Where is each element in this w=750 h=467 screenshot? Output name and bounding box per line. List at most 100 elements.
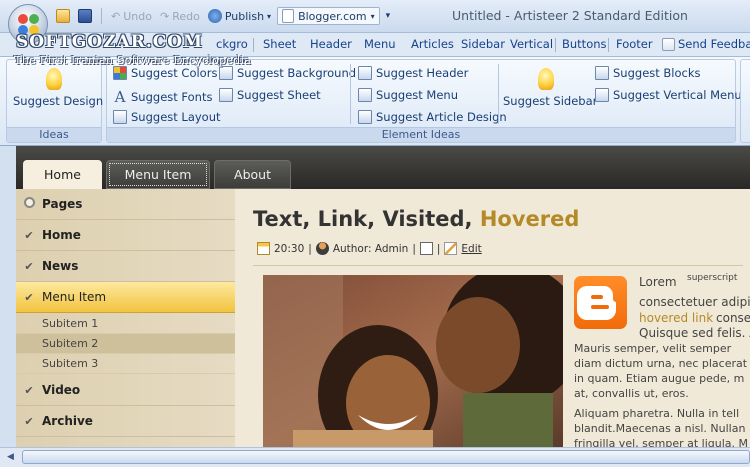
meta-separator: | — [308, 242, 312, 255]
radio-icon — [16, 197, 42, 211]
colors-icon — [113, 66, 127, 80]
mail-icon — [419, 242, 433, 255]
save-icon — [78, 9, 92, 23]
vmenu-news[interactable]: ✔ News — [16, 251, 235, 282]
orb-dot — [18, 14, 28, 24]
body-text-line: Quisque sed felis. A — [639, 326, 750, 340]
tab-menu[interactable]: Menu — [364, 37, 396, 51]
nav-tab-menu-item[interactable]: Menu Item — [106, 160, 210, 189]
watermark-subtitle: The First Iranian Software Encyclopedia — [14, 53, 251, 67]
tab-sidebar[interactable]: Sidebar — [461, 37, 505, 51]
orb-dot — [29, 14, 39, 24]
send-feedback-button[interactable]: Send Feedback — [662, 37, 750, 51]
meta-separator: | — [436, 242, 441, 255]
vmenu-subitem-3[interactable]: Subitem 3 — [16, 354, 235, 374]
body-text-line: at, convallis ut, eros. — [574, 387, 689, 400]
post-photo — [263, 275, 563, 447]
chevron-down-icon: ▾ — [370, 11, 375, 21]
group-divider — [498, 64, 499, 124]
vmenu-menu-item[interactable]: ✔ Menu Item — [16, 282, 235, 313]
publish-target-combo[interactable]: Blogger.com ▾ — [277, 7, 380, 25]
vmenu-video[interactable]: ✔ Video — [16, 375, 235, 406]
vmenu-label: Video — [42, 383, 81, 397]
suggest-sheet-button[interactable]: Suggest Sheet — [219, 88, 321, 102]
tab-separator — [608, 38, 609, 52]
title-visited[interactable]: Visited, — [382, 207, 479, 231]
tab-separator — [253, 38, 254, 52]
tab-background[interactable]: ckgro — [216, 37, 248, 51]
tab-footer[interactable]: Footer — [616, 37, 653, 51]
scroll-left-icon[interactable]: ◀ — [3, 450, 18, 465]
chevron-down-icon: ▾ — [267, 11, 272, 21]
suggest-menu-button[interactable]: Suggest Menu — [358, 88, 458, 102]
nav-tab-home[interactable]: Home — [23, 160, 102, 189]
suggest-design-button[interactable]: Suggest Design — [13, 68, 103, 108]
check-icon: ✔ — [24, 228, 34, 242]
publish-icon — [207, 9, 222, 23]
tab-articles[interactable]: Articles — [411, 37, 454, 51]
post-content: Text, Link, Visited, Hovered 20:30 | Auth… — [235, 189, 750, 447]
vertical-menu: Pages ✔ Home ✔ News ✔ Menu Item Subitem 1 S… — [16, 189, 235, 447]
site-header: Home Menu Item About — [16, 146, 750, 189]
body-text-line: conse — [716, 311, 750, 325]
check-icon: ✔ — [24, 290, 34, 304]
ribbon-panel: Suggest Design Ideas Suggest Colors A Sug… — [0, 57, 750, 146]
circle-mark — [23, 197, 35, 208]
tab-vertical[interactable]: Vertical — [510, 37, 553, 51]
user-icon — [315, 242, 329, 255]
redo-button[interactable]: ↷ Redo — [158, 9, 202, 24]
body-text-line: consectetuer adipis — [639, 295, 750, 309]
suggest-article-design-button[interactable]: Suggest Article Design — [358, 110, 507, 124]
title-link[interactable]: Link, — [318, 207, 383, 231]
vertical-menu-icon — [595, 88, 609, 102]
tab-header[interactable]: Header — [310, 37, 352, 51]
customize-qat-button[interactable]: ▾ — [384, 10, 393, 22]
open-button[interactable] — [54, 8, 72, 24]
background-icon — [219, 66, 233, 80]
watermark-title: SOFTGOZAR.COM — [16, 32, 203, 52]
title-hovered[interactable]: Hovered — [480, 207, 580, 231]
element-ideas-group: Suggest Colors A Suggest Fonts Suggest La… — [106, 59, 742, 143]
publish-target-value: Blogger.com — [298, 9, 367, 23]
vmenu-archive[interactable]: ✔ Archive — [16, 406, 235, 437]
suggest-fonts-button[interactable]: A Suggest Fonts — [113, 88, 213, 106]
suggest-sidebar-button[interactable]: Suggest Sidebar — [503, 68, 597, 108]
website-preview: Home Menu Item About Pages ✔ Home ✔ News ✔… — [16, 146, 750, 447]
ideas-group-label: Ideas — [7, 127, 101, 142]
suggest-blocks-label: Suggest Blocks — [613, 66, 701, 80]
nav-tab-about[interactable]: About — [214, 160, 291, 189]
save-button[interactable] — [76, 8, 94, 24]
blogger-b-glyph — [577, 286, 616, 320]
vmenu-pages[interactable]: Pages — [16, 189, 235, 220]
calendar-icon — [257, 242, 270, 255]
undo-button[interactable]: ↶ Undo — [109, 9, 154, 24]
hovered-link[interactable]: hovered link — [639, 311, 713, 326]
scroll-thumb[interactable] — [22, 450, 750, 464]
suggest-layout-button[interactable]: Suggest Layout — [113, 110, 221, 124]
header-icon — [358, 66, 372, 80]
folder-icon — [56, 9, 70, 23]
suggest-background-button[interactable]: Suggest Background — [219, 66, 356, 80]
window-title: Untitled - Artisteer 2 Standard Edition — [452, 8, 688, 23]
body-text-line: Mauris semper, velit semper — [574, 342, 732, 355]
horizontal-scrollbar[interactable]: ◀ — [0, 447, 750, 467]
toolbar-separator — [101, 8, 102, 24]
tab-buttons[interactable]: Buttons — [562, 37, 607, 51]
tab-sheet[interactable]: Sheet — [263, 37, 296, 51]
suggest-blocks-button[interactable]: Suggest Blocks — [595, 66, 701, 80]
edit-link[interactable]: Edit — [461, 243, 481, 255]
vmenu-subitem-1[interactable]: Subitem 1 — [16, 314, 235, 334]
page-icon — [282, 9, 295, 23]
suggest-header-button[interactable]: Suggest Header — [358, 66, 468, 80]
post-time: 20:30 — [274, 242, 305, 255]
vmenu-subitem-2[interactable]: Subitem 2 — [16, 334, 235, 354]
body-text-line: diam dictum urna, nec placerat — [574, 357, 748, 370]
suggest-colors-button[interactable]: Suggest Colors — [113, 66, 217, 80]
post-divider — [253, 265, 743, 266]
body-text-line: fringilla vel, semper at ligula. M — [574, 437, 749, 447]
suggest-vertical-menu-button[interactable]: Suggest Vertical Menu — [595, 88, 742, 102]
publish-button[interactable]: Publish ▾ — [206, 8, 273, 24]
superscript-text: superscript — [687, 273, 738, 283]
suggest-colors-label: Suggest Colors — [131, 66, 218, 80]
vmenu-home[interactable]: ✔ Home — [16, 220, 235, 251]
